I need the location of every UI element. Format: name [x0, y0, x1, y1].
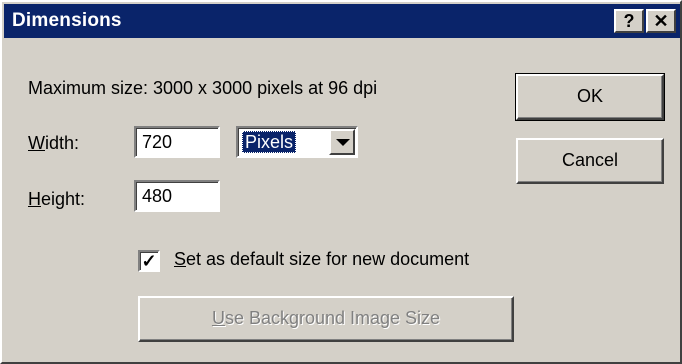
- dimensions-dialog: Dimensions ? ✕ Maximum size: 3000 x 3000…: [0, 0, 682, 364]
- units-select[interactable]: Pixels: [236, 126, 358, 158]
- default-size-checkbox[interactable]: ✓: [138, 250, 160, 272]
- cancel-button[interactable]: Cancel: [516, 138, 664, 184]
- units-selected-value: Pixels: [242, 131, 297, 153]
- dialog-title: Dimensions: [12, 10, 122, 31]
- title-bar[interactable]: Dimensions ? ✕: [4, 4, 680, 38]
- default-size-label-rest: et as default size for new document: [186, 249, 470, 269]
- height-label-rest: eight:: [41, 189, 86, 209]
- default-size-label[interactable]: Set as default size for new document: [174, 249, 469, 270]
- bg-button-accel: U: [211, 308, 225, 328]
- chevron-down-icon[interactable]: [329, 129, 355, 155]
- max-size-label: Maximum size: 3000 x 3000 pixels at 96 d…: [28, 78, 378, 98]
- width-input[interactable]: 720: [134, 126, 220, 158]
- height-label: Height:: [28, 189, 85, 210]
- width-label-rest: idth:: [45, 133, 80, 153]
- height-label-accel: H: [28, 189, 41, 209]
- ok-button[interactable]: OK: [515, 73, 665, 121]
- close-button[interactable]: ✕: [646, 9, 676, 33]
- use-background-image-size-button[interactable]: Use Background Image Size: [138, 296, 514, 342]
- width-label: Width:: [28, 133, 79, 154]
- bg-button-rest: se Background Image Size: [224, 308, 441, 328]
- height-input[interactable]: 480: [134, 180, 220, 212]
- default-size-label-accel: S: [174, 249, 187, 269]
- width-label-accel: W: [28, 133, 45, 153]
- help-button[interactable]: ?: [614, 9, 644, 33]
